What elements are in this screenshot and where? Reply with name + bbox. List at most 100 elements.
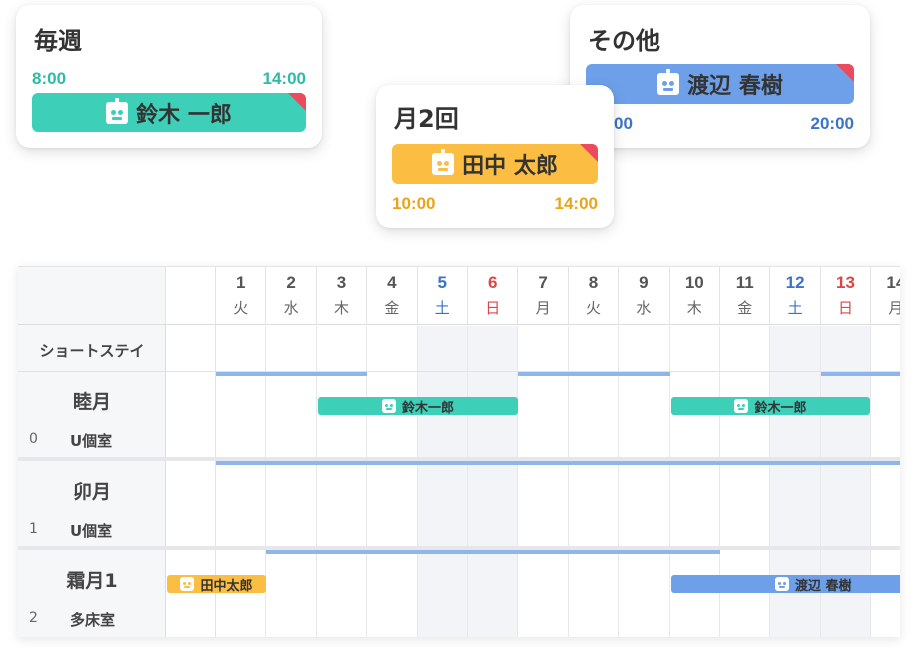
start-time: 10:00 [392, 194, 436, 213]
day-number: 5 [437, 273, 448, 292]
weekday-label: 月 [535, 299, 551, 317]
day-header-9: 10 木 [669, 267, 720, 325]
day-number: 13 [836, 273, 855, 292]
day-header-7: 8火 [568, 267, 620, 325]
corner-flag [836, 64, 854, 82]
person-name: 渡辺 春樹 [687, 74, 783, 99]
availability-stripe [820, 372, 900, 376]
robot-icon [180, 577, 195, 591]
room-name-0: 睦月 [72, 391, 111, 413]
event-label: 鈴木一郎 [401, 400, 454, 416]
day-header-6: 7月 [518, 267, 569, 325]
weekday-label: 月 [871, 297, 900, 318]
day-header-12: 13 日 [820, 267, 872, 325]
day-header-10: 11 金 [720, 267, 771, 325]
weekday-label: 木 [686, 299, 702, 317]
room-type-1: U個室 [70, 522, 113, 540]
day-header-3: 4金 [367, 267, 418, 325]
event-bar[interactable]: 鈴木一郎 [671, 397, 870, 416]
event-label: 田中太郎 [200, 578, 253, 594]
day-header-0: 1火 [216, 267, 267, 325]
person-name: 鈴木 一郎 [136, 102, 232, 128]
weekday-label: 土 [787, 299, 803, 317]
room-name-1: 卯月 [72, 481, 111, 503]
day-header-8: 9水 [619, 267, 670, 325]
start-time: 8:00 [32, 69, 67, 88]
event-bar[interactable]: 渡辺 春樹 [671, 575, 900, 594]
robot-icon [106, 97, 129, 124]
robot-icon [432, 149, 455, 175]
day-number: 11 [735, 273, 754, 292]
room-number-0: 0 [29, 431, 38, 447]
card-title: その他 [588, 27, 660, 55]
robot-icon [381, 399, 396, 413]
weekday-label: 日 [485, 299, 501, 317]
start-time: 00 [614, 114, 633, 133]
robot-icon [775, 577, 789, 591]
day-header-5: 6日 [468, 267, 519, 325]
day-header-1: 2水 [266, 267, 317, 325]
robot-icon [734, 399, 749, 413]
day-column[interactable] [468, 326, 519, 637]
day-number: 4 [387, 273, 397, 292]
day-number: 9 [639, 273, 649, 292]
day-column[interactable] [417, 326, 468, 637]
weekday-label: 火 [585, 299, 601, 317]
day-number: 6 [487, 273, 498, 292]
monthly-schedule-card[interactable]: 月2回 田中 太郎 10:00 14:00 [376, 85, 614, 228]
day-column[interactable] [367, 326, 418, 637]
availability-stripe [266, 550, 720, 554]
day-header-13: 14 月 [871, 267, 900, 325]
person-pill[interactable]: 鈴木 一郎 [32, 93, 306, 132]
day-header-4: 5土 [417, 267, 468, 325]
card-title: 月2回 [394, 105, 459, 133]
header-corner [18, 267, 166, 325]
day-number: 1 [235, 273, 246, 292]
availability-stripe [216, 461, 900, 465]
event-label: 鈴木一郎 [754, 400, 807, 416]
event-bar[interactable]: 鈴木一郎 [318, 397, 518, 416]
person-pill[interactable]: 渡辺 春樹 [586, 64, 854, 104]
card-title: 毎週 [34, 27, 82, 55]
corner-flag [580, 144, 598, 162]
weekday-label: 火 [233, 299, 249, 317]
day-number: 12 [785, 273, 805, 292]
person-name: 田中 太郎 [462, 154, 558, 179]
corner-flag [288, 93, 306, 111]
end-time: 20:00 [810, 114, 854, 133]
day-number: 10 [684, 273, 704, 292]
weekday-label: 水 [283, 299, 299, 317]
event-label: 渡辺 春樹 [795, 578, 852, 594]
person-pill[interactable]: 田中 太郎 [392, 144, 598, 184]
room-type-0: U個室 [70, 432, 113, 450]
robot-icon [657, 69, 680, 95]
day-number: 3 [336, 273, 347, 292]
day-number: 7 [538, 273, 548, 292]
day-number: 8 [588, 273, 599, 292]
event-bar[interactable]: 田中太郎 [167, 575, 266, 594]
weekday-label: 日 [837, 299, 853, 317]
day-number: 2 [286, 273, 296, 292]
other-schedule-card[interactable]: その他 渡辺 春樹 00 20:00 [570, 5, 870, 148]
weekday-label: 水 [636, 299, 652, 317]
end-time: 14:00 [262, 69, 306, 88]
room-name-2: 霜月1 [66, 570, 118, 592]
room-type-2: 多床室 [70, 611, 116, 629]
availability-stripe [216, 372, 368, 376]
weekday-label: 土 [434, 299, 450, 317]
header-spacer [166, 267, 216, 325]
availability-stripe [518, 372, 670, 376]
weekday-label: 金 [737, 299, 753, 317]
room-calendar: 1火2水3木4金5土6日7月8火9水10木11金12土13日14月 ショートステ… [18, 266, 900, 637]
category-label: ショートステイ [39, 342, 145, 360]
weekday-label: 金 [384, 299, 400, 317]
room-number-2: 2 [29, 610, 38, 626]
day-header-11: 12 土 [770, 267, 821, 325]
weekly-schedule-card[interactable]: 毎週 8:00 14:00 鈴木 一郎 [16, 5, 322, 148]
day-header-2: 3木 [316, 267, 368, 325]
day-number: 14 [886, 273, 900, 292]
end-time: 14:00 [554, 194, 598, 213]
room-number-1: 1 [29, 521, 38, 537]
row-divider [18, 371, 900, 372]
weekday-label: 木 [333, 299, 349, 317]
